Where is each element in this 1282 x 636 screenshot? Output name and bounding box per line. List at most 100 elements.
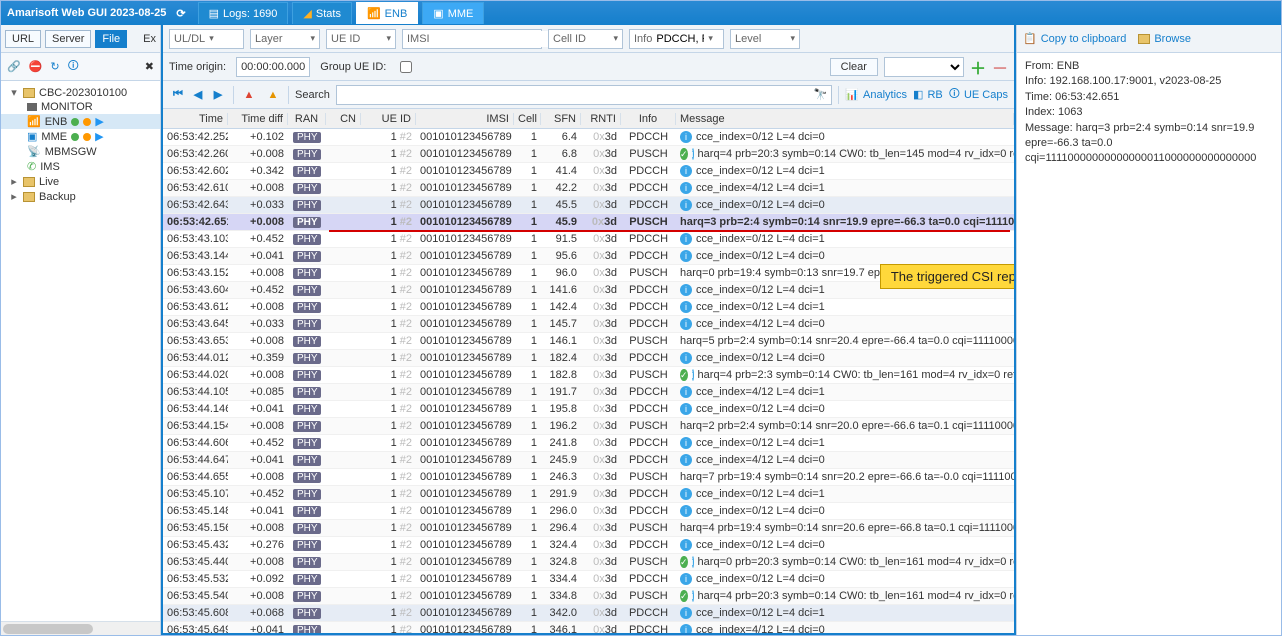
chart-icon: 📊 <box>845 88 859 101</box>
table-row[interactable]: 06:53:43.612+0.008PHY1 #2001010123456789… <box>163 299 1014 316</box>
col-cell[interactable]: Cell <box>514 113 541 125</box>
table-row[interactable]: 06:53:44.606+0.452PHY1 #2001010123456789… <box>163 435 1014 452</box>
tree-ims[interactable]: ✆IMS <box>1 159 160 174</box>
rb-button[interactable]: ◧RB <box>913 88 943 101</box>
tab-logs[interactable]: ▤Logs: 1690 <box>198 2 289 24</box>
table-row[interactable]: 06:53:45.540+0.008PHY1 #2001010123456789… <box>163 588 1014 605</box>
time-origin-input[interactable]: 00:00:00.000 <box>236 57 310 77</box>
table-row[interactable]: 06:53:42.610+0.008PHY1 #2001010123456789… <box>163 180 1014 197</box>
cellid-combo[interactable]: Cell ID▾ <box>548 29 623 49</box>
tree-backup[interactable]: ▸Backup <box>1 189 160 204</box>
uecaps-label: UE Caps <box>964 89 1008 101</box>
col-ueid[interactable]: UE ID <box>361 113 416 125</box>
col-sfn[interactable]: SFN <box>541 113 581 125</box>
table-row[interactable]: 06:53:44.105+0.085PHY1 #2001010123456789… <box>163 384 1014 401</box>
table-row[interactable]: 06:53:42.602+0.342PHY1 #2001010123456789… <box>163 163 1014 180</box>
level-combo[interactable]: Level▾ <box>730 29 800 49</box>
tree-root[interactable]: ▾CBC-2023010100 <box>1 85 160 100</box>
tab-enb[interactable]: 📶ENB <box>356 2 418 24</box>
col-ran[interactable]: RAN <box>288 113 326 125</box>
uldl-combo[interactable]: UL/DL▾ <box>169 29 244 49</box>
table-row[interactable]: 06:53:43.103+0.452PHY1 #2001010123456789… <box>163 231 1014 248</box>
remove-icon[interactable]: － <box>992 55 1008 79</box>
prev-icon[interactable]: ◀ <box>189 86 207 104</box>
search-input[interactable] <box>341 88 810 102</box>
table-row[interactable]: 06:53:45.608+0.068PHY1 #2001010123456789… <box>163 605 1014 622</box>
info-combo[interactable]: Info▾ <box>629 29 724 49</box>
table-row[interactable]: 06:53:42.252+0.102PHY1 #2001010123456789… <box>163 129 1014 146</box>
uecaps-button[interactable]: 🛈UE Caps <box>949 85 1008 104</box>
tree-enb[interactable]: 📶ENB▶ <box>1 114 160 129</box>
phy-chip: PHY <box>293 574 321 585</box>
browse-button[interactable]: Browse <box>1138 33 1191 45</box>
detail-toolbar: 📋Copy to clipboard Browse <box>1017 25 1281 53</box>
refresh-icon[interactable]: ⟳ <box>176 7 185 20</box>
table-row[interactable]: 06:53:42.651+0.008PHY1 #2001010123456789… <box>163 214 1014 231</box>
antenna-icon: 📶 <box>367 7 381 20</box>
next-icon[interactable]: ▶ <box>209 86 227 104</box>
server-button[interactable]: Server <box>45 30 91 48</box>
table-row[interactable]: 06:53:44.146+0.041PHY1 #2001010123456789… <box>163 401 1014 418</box>
stop-icon[interactable]: ⛔ <box>29 60 43 73</box>
tree-mme[interactable]: ▣MME▶ <box>1 129 160 144</box>
url-button[interactable]: URL <box>5 30 41 48</box>
col-rnti[interactable]: RNTI <box>581 113 621 125</box>
error-icon[interactable]: ▲ <box>240 86 258 104</box>
table-row[interactable]: 06:53:45.148+0.041PHY1 #2001010123456789… <box>163 503 1014 520</box>
table-row[interactable]: 06:53:45.532+0.092PHY1 #2001010123456789… <box>163 571 1014 588</box>
col-info[interactable]: Info <box>621 113 676 125</box>
col-cn[interactable]: CN <box>326 113 361 125</box>
table-row[interactable]: 06:53:44.020+0.008PHY1 #2001010123456789… <box>163 367 1014 384</box>
table-row[interactable]: 06:53:44.154+0.008PHY1 #2001010123456789… <box>163 418 1014 435</box>
table-row[interactable]: 06:53:44.655+0.008PHY1 #2001010123456789… <box>163 469 1014 486</box>
table-row[interactable]: 06:53:45.107+0.452PHY1 #2001010123456789… <box>163 486 1014 503</box>
copy-button[interactable]: 📋Copy to clipboard <box>1023 32 1126 45</box>
info-input[interactable] <box>656 31 704 47</box>
phy-chip: PHY <box>293 336 321 347</box>
table-row[interactable]: 06:53:45.649+0.041PHY1 #2001010123456789… <box>163 622 1014 633</box>
add-icon[interactable]: ＋ <box>970 55 986 79</box>
warning-icon[interactable]: ▲ <box>264 86 282 104</box>
table-row[interactable]: 06:53:43.645+0.033PHY1 #2001010123456789… <box>163 316 1014 333</box>
phy-chip: PHY <box>293 625 321 633</box>
phy-chip: PHY <box>293 251 321 262</box>
col-diff[interactable]: Time diff <box>228 113 288 125</box>
info-icon[interactable]: 🛈 <box>68 57 79 76</box>
table-row[interactable]: 06:53:45.432+0.276PHY1 #2001010123456789… <box>163 537 1014 554</box>
col-imsi[interactable]: IMSI <box>416 113 514 125</box>
table-row[interactable]: 06:53:44.647+0.041PHY1 #2001010123456789… <box>163 452 1014 469</box>
tab-mme[interactable]: ▣MME <box>422 2 484 24</box>
phy-chip: PHY <box>293 455 321 466</box>
tree-monitor[interactable]: MONITOR <box>1 100 160 114</box>
table-row[interactable]: 06:53:43.144+0.041PHY1 #2001010123456789… <box>163 248 1014 265</box>
preset-select[interactable] <box>884 57 964 77</box>
table-row[interactable]: 06:53:43.653+0.008PHY1 #2001010123456789… <box>163 333 1014 350</box>
left-hscroll[interactable] <box>1 621 160 635</box>
link-icon[interactable]: 🔗 <box>7 60 21 73</box>
analytics-button[interactable]: 📊Analytics <box>845 88 907 101</box>
info-icon: i <box>680 165 692 177</box>
refresh-icon[interactable]: ↻ <box>50 60 59 73</box>
tree-mbmsgw[interactable]: 📡MBMSGW <box>1 144 160 159</box>
table-row[interactable]: 06:53:45.440+0.008PHY1 #2001010123456789… <box>163 554 1014 571</box>
tab-stats[interactable]: ◢Stats <box>292 2 352 24</box>
table-row[interactable]: 06:53:42.643+0.033PHY1 #2001010123456789… <box>163 197 1014 214</box>
col-msg[interactable]: Message <box>676 113 1014 125</box>
col-time[interactable]: Time <box>163 113 228 125</box>
search-box[interactable]: 🔭 <box>336 85 832 105</box>
tab-logs-label: Logs: 1690 <box>223 8 277 20</box>
imsi-combo[interactable]: IMSI▾ <box>402 29 542 49</box>
table-row[interactable]: 06:53:45.156+0.008PHY1 #2001010123456789… <box>163 520 1014 537</box>
file-button[interactable]: File <box>95 30 127 48</box>
clear-button[interactable]: Clear <box>830 58 878 76</box>
table-row[interactable]: 06:53:44.012+0.359PHY1 #2001010123456789… <box>163 350 1014 367</box>
ueid-combo[interactable]: UE ID▾ <box>326 29 396 49</box>
group-ueid-checkbox[interactable] <box>400 61 412 73</box>
binoculars-icon[interactable]: 🔭 <box>814 88 828 101</box>
tree-live[interactable]: ▸Live <box>1 174 160 189</box>
close-icon[interactable]: ✖ <box>145 60 154 73</box>
status-dot <box>83 133 91 141</box>
layer-combo[interactable]: Layer▾ <box>250 29 320 49</box>
table-row[interactable]: 06:53:42.260+0.008PHY1 #2001010123456789… <box>163 146 1014 163</box>
first-icon[interactable]: ⏮ <box>169 86 187 104</box>
